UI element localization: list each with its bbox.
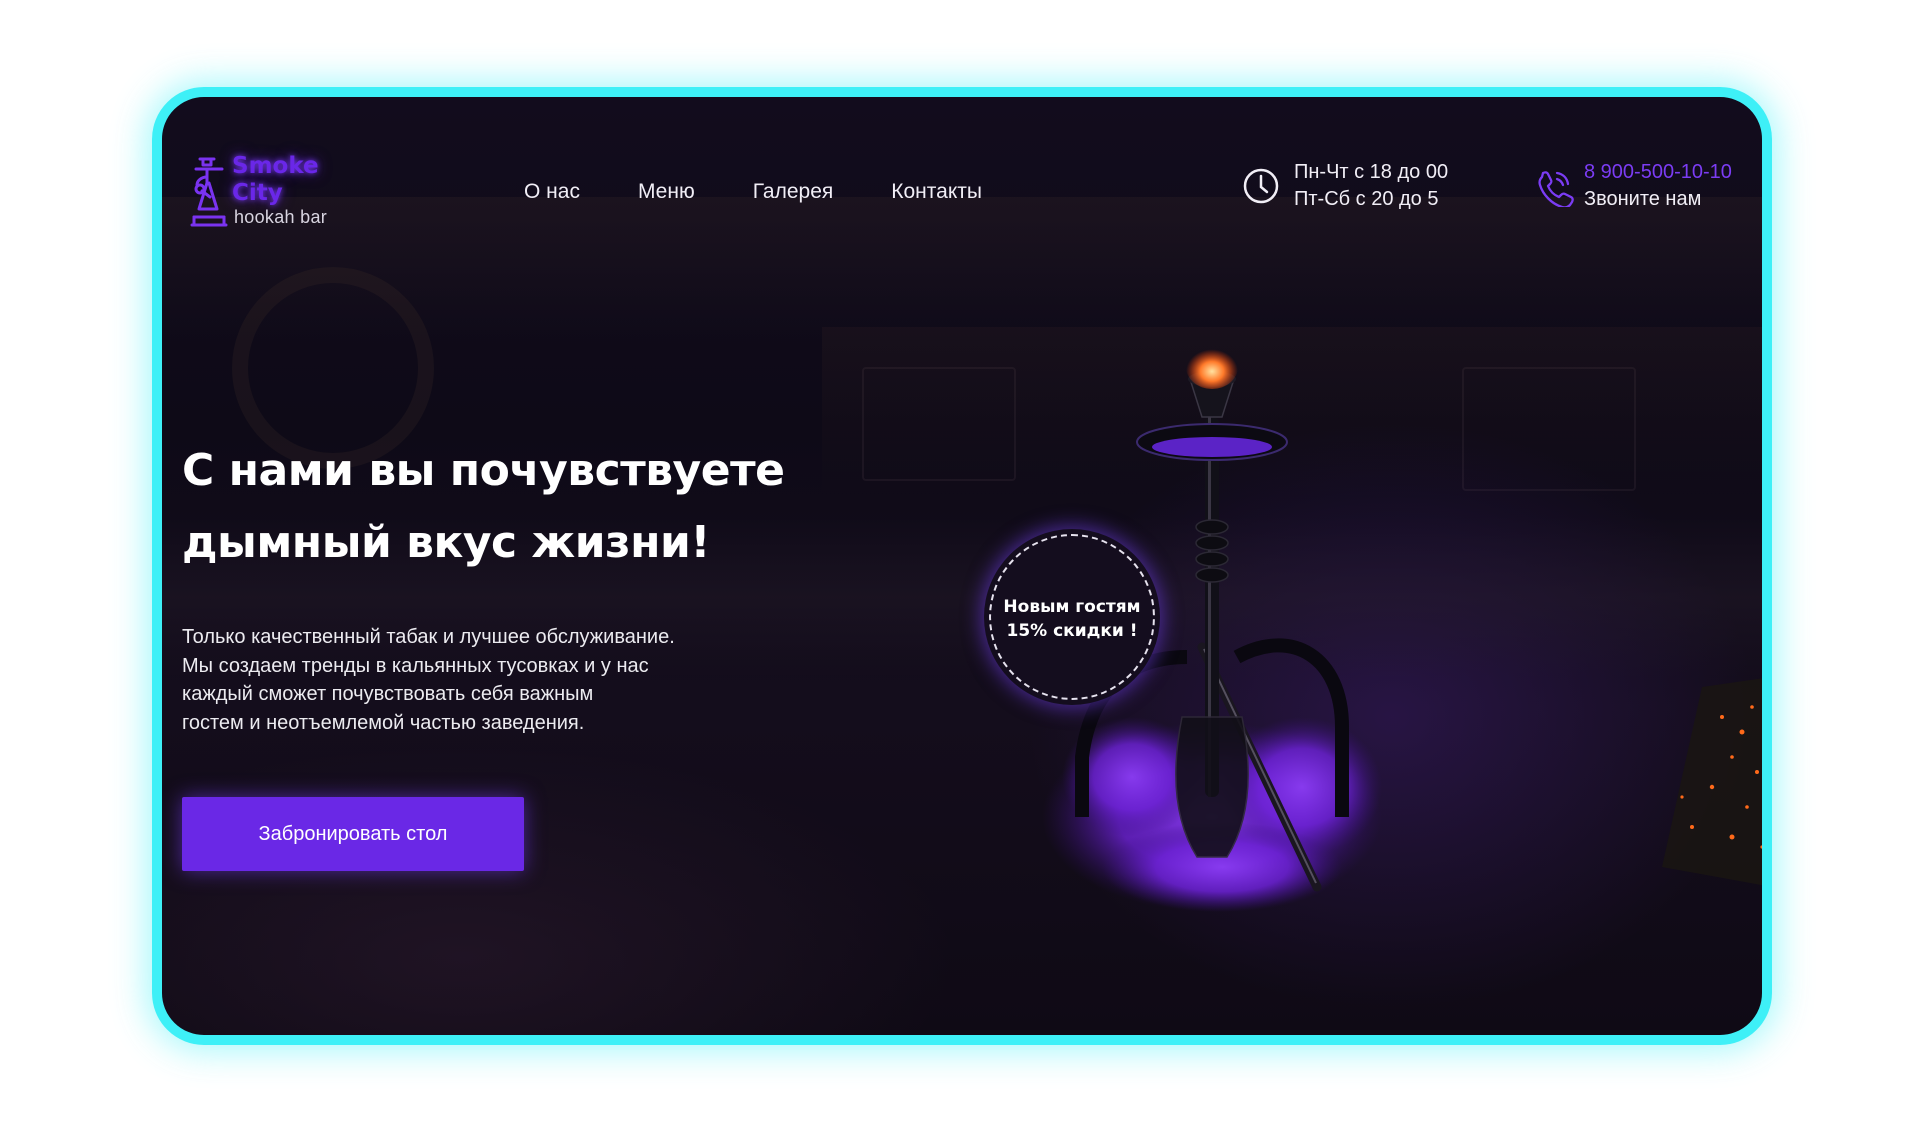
- logo-subtitle: hookah bar: [234, 207, 328, 227]
- clock-icon: [1243, 168, 1279, 204]
- hero-description: Только качественный табак и лучшее обслу…: [182, 626, 675, 734]
- phone-number[interactable]: 8 900-500-10-10: [1584, 159, 1732, 186]
- hours-weekend: Пт-Сб с 20 до 5: [1294, 188, 1439, 210]
- hero-title: С нами вы почувствуете дымный вкус жизни…: [182, 435, 822, 579]
- background-window: [862, 367, 1016, 481]
- main-nav: О нас Меню Галерея Контакты: [524, 180, 1040, 204]
- promo-badge-text: Новым гостям 15% скидки !: [984, 595, 1160, 643]
- hero-title-line1: С нами вы почувствуете: [182, 445, 785, 496]
- promo-badge: Новым гостям 15% скидки !: [984, 529, 1160, 705]
- phone-contact[interactable]: 8 900-500-10-10 Звоните нам: [1534, 159, 1762, 219]
- hours-text: Пн-Чт с 18 до 00 Пт-Сб с 20 до 5: [1294, 159, 1448, 213]
- nav-item-menu[interactable]: Меню: [638, 180, 695, 204]
- logo-name-line2: City: [232, 180, 283, 206]
- nav-item-gallery[interactable]: Галерея: [753, 180, 834, 204]
- promo-line2: 15% скидки !: [1006, 621, 1138, 641]
- promo-line1: Новым гостям: [1003, 597, 1141, 617]
- sparks-decoration: [1662, 678, 1762, 886]
- site-logo[interactable]: Smoke City hookah bar: [190, 147, 360, 237]
- book-table-button[interactable]: Забронировать стол: [182, 797, 524, 871]
- logo-name: Smoke City: [232, 153, 362, 207]
- hero-title-line2: дымный вкус жизни!: [182, 517, 710, 568]
- landing-page-frame: Smoke City hookah bar О нас Меню Галерея…: [152, 87, 1772, 1045]
- call-us-label: Звоните нам: [1584, 188, 1702, 210]
- nav-item-about[interactable]: О нас: [524, 180, 580, 204]
- nav-item-contacts[interactable]: Контакты: [891, 180, 982, 204]
- opening-hours: Пн-Чт с 18 до 00 Пт-Сб с 20 до 5: [1242, 159, 1482, 219]
- hookah-logo-icon: [190, 157, 228, 227]
- phone-icon: [1538, 171, 1574, 207]
- hours-weekdays: Пн-Чт с 18 до 00: [1294, 161, 1449, 183]
- logo-name-line1: Smoke: [232, 153, 319, 179]
